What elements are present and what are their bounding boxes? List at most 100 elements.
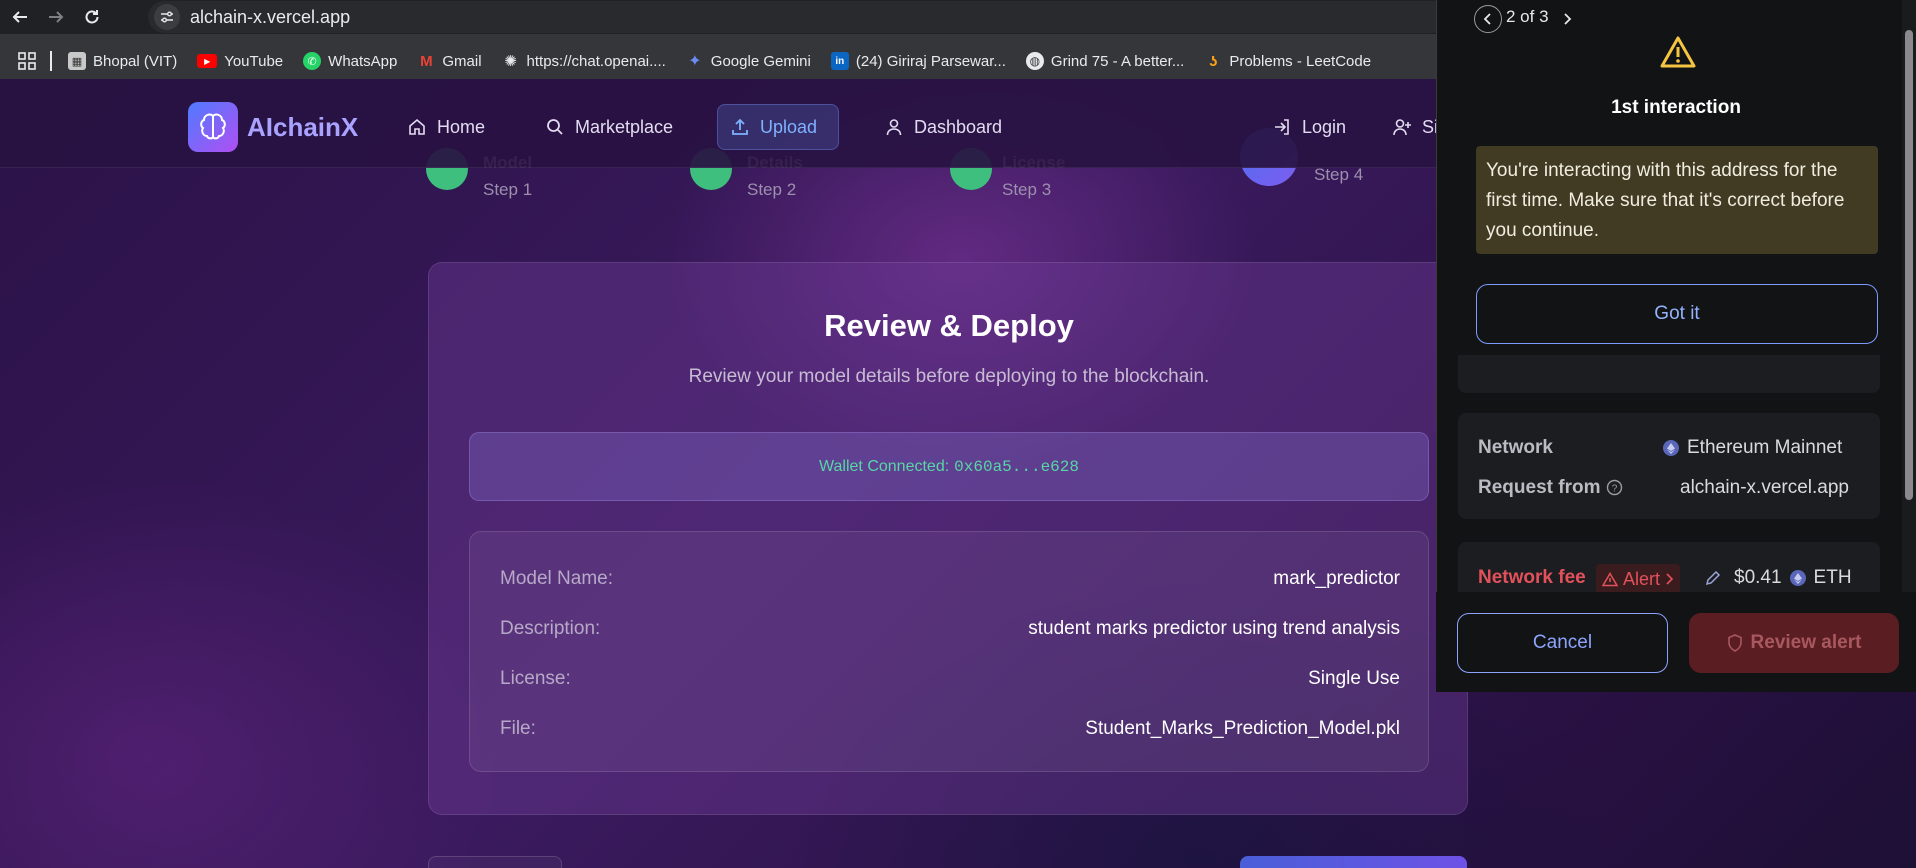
arrow-left-icon: [12, 11, 27, 23]
nav-marketplace[interactable]: Marketplace: [533, 104, 685, 150]
detail-row: Description: student marks predictor usi…: [500, 614, 1400, 644]
cancel-button[interactable]: Cancel: [1457, 613, 1668, 673]
nav-marketplace-label: Marketplace: [575, 116, 674, 137]
arrow-right-icon: [49, 11, 64, 23]
chevron-right-icon: [1666, 573, 1674, 585]
brain-logo-icon[interactable]: [188, 102, 238, 152]
detail-value: Student_Marks_Prediction_Model.pkl: [1085, 718, 1400, 739]
fee-alert-text: Alert: [1623, 568, 1661, 589]
chevron-right-icon: [1564, 13, 1572, 25]
bookmark-label: Bhopal (VIT): [93, 52, 178, 70]
address-bar[interactable]: alchain-x.vercel.app: [148, 1, 1448, 33]
bookmark-label: WhatsApp: [328, 52, 398, 70]
bookmark-gmail[interactable]: M Gmail: [417, 52, 481, 70]
network-label: Network: [1478, 437, 1553, 458]
home-icon: [409, 118, 425, 135]
bookmark-openai[interactable]: ✺ https://chat.openai....: [502, 52, 666, 71]
detail-key: License:: [500, 668, 571, 689]
apps-icon[interactable]: [18, 52, 36, 70]
fee-currency: ETH: [1813, 567, 1852, 588]
nav-upload-label: Upload: [760, 116, 818, 137]
gmail-icon: M: [420, 52, 433, 70]
globe-icon: ◍: [1025, 52, 1044, 70]
detail-row: License: Single Use: [500, 664, 1400, 694]
user-plus-icon: [1393, 119, 1411, 136]
wallet-status: Wallet Connected: 0x60a5...e628: [469, 432, 1429, 501]
detail-key: Description:: [500, 618, 601, 639]
page-title: Review & Deploy: [824, 308, 1074, 343]
warning-icon: [1660, 36, 1696, 68]
whatsapp-icon: ✆: [303, 52, 322, 70]
forward-button[interactable]: [42, 3, 70, 31]
next-request-button[interactable]: [1553, 5, 1581, 33]
bookmark-gemini[interactable]: ✦ Google Gemini: [686, 52, 811, 71]
step-4-label: Step 4: [1314, 165, 1364, 184]
nav-login[interactable]: Login: [1260, 104, 1358, 150]
brand-name[interactable]: AIchainX: [247, 112, 358, 143]
site-info-icon[interactable]: [154, 4, 180, 30]
bookmark-grind75[interactable]: ◍ Grind 75 - A better...: [1025, 52, 1185, 70]
bookmark-leetcode[interactable]: ʖ Problems - LeetCode: [1204, 52, 1371, 70]
review-alert-label: Review alert: [1750, 632, 1862, 653]
nav-home[interactable]: Home: [395, 104, 497, 150]
deploy-button[interactable]: [1240, 856, 1467, 868]
gemini-icon: ✦: [688, 53, 702, 70]
bookmark-bhopal[interactable]: ▦ Bhopal (VIT): [68, 52, 177, 70]
previous-request-button[interactable]: [1474, 5, 1502, 33]
step-3-label: Step 3: [1002, 180, 1052, 199]
fee-amount: $0.41: [1734, 567, 1782, 588]
upload-icon: [732, 118, 748, 135]
bookmark-label: Grind 75 - A better...: [1050, 52, 1185, 70]
login-icon: [1275, 119, 1289, 135]
nav-upload[interactable]: Upload: [717, 104, 839, 150]
bookmark-label: https://chat.openai....: [526, 52, 666, 70]
step-1-label: Step 1: [483, 180, 533, 199]
nav-dashboard[interactable]: Dashboard: [872, 104, 1014, 150]
bookmark-label: (24) Giriraj Parsewar...: [855, 52, 1006, 70]
step-2-label: Step 2: [747, 180, 797, 199]
edit-fee-icon[interactable]: [1705, 570, 1721, 586]
svg-text:?: ?: [1612, 484, 1618, 495]
network-name: Ethereum Mainnet: [1687, 437, 1843, 458]
network-info-section: [1458, 413, 1880, 519]
fee-alert-badge[interactable]: Alert: [1596, 564, 1681, 594]
bookmark-label: Gmail: [442, 52, 482, 70]
user-icon: [886, 119, 902, 136]
bookmark-label: YouTube: [224, 52, 284, 70]
nav-login-label: Login: [1302, 116, 1347, 137]
review-alert-button[interactable]: Review alert: [1689, 613, 1899, 673]
detail-key: Model Name:: [500, 568, 613, 589]
linkedin-icon: in: [830, 52, 849, 70]
network-value: Ethereum Mainnet: [1663, 437, 1842, 459]
reload-button[interactable]: [78, 3, 106, 31]
wallet-address: 0x60a5...e628: [954, 457, 1079, 476]
bookmarks-bar: ▦ Bhopal (VIT) ▶ YouTube ✆ WhatsApp M Gm…: [0, 44, 1391, 78]
bookmark-label: Problems - LeetCode: [1229, 52, 1372, 70]
leetcode-icon: ʖ: [1209, 52, 1218, 70]
alert-triangle-icon: [1602, 571, 1618, 586]
request-from-value: alchain-x.vercel.app: [1680, 477, 1849, 498]
openai-icon: ✺: [504, 53, 517, 70]
back-step-button[interactable]: [428, 856, 562, 868]
bookmark-youtube[interactable]: ▶ YouTube: [197, 53, 283, 70]
detail-row: Model Name: mark_predictor: [500, 564, 1400, 594]
network-fee-label: Network fee: [1478, 567, 1586, 588]
request-from-text: Request from: [1478, 477, 1601, 498]
back-button[interactable]: [6, 3, 34, 31]
info-icon[interactable]: ?: [1606, 479, 1623, 496]
popup-scrollbar[interactable]: [1902, 0, 1916, 592]
model-details: Model Name: mark_predictor Description: …: [469, 531, 1429, 772]
ethereum-icon: [1789, 570, 1806, 586]
request-pager: 2 of 3: [1506, 7, 1549, 26]
chevron-left-icon: [1483, 13, 1491, 25]
first-interaction-notice: You're interacting with this address for…: [1476, 146, 1878, 254]
ethereum-icon: [1663, 440, 1679, 456]
nav-dashboard-label: Dashboard: [914, 116, 1003, 137]
bookmark-whatsapp[interactable]: ✆ WhatsApp: [303, 52, 397, 70]
bookmark-linkedin[interactable]: in (24) Giriraj Parsewar...: [830, 52, 1006, 70]
bookmark-divider: [50, 51, 52, 71]
request-from-label: Request from: [1478, 477, 1600, 499]
detail-key: File:: [500, 718, 536, 739]
bookmark-label: Google Gemini: [710, 52, 811, 70]
got-it-button[interactable]: Got it: [1476, 284, 1878, 344]
